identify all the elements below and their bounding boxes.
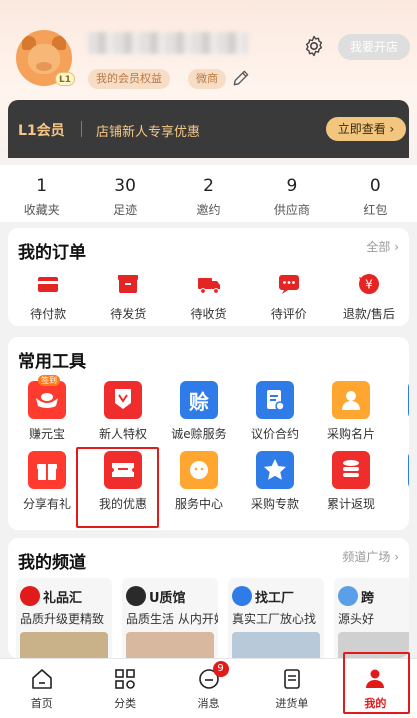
medal-icon xyxy=(104,381,142,419)
cart-list-icon xyxy=(284,669,300,689)
order-pending-payment[interactable]: 待付款 xyxy=(8,271,88,322)
orders-title: 我的订单 xyxy=(18,243,86,263)
orders-all-link[interactable]: 全部 › xyxy=(366,238,399,255)
channel-image xyxy=(20,632,108,658)
coupon-highlight-box xyxy=(76,447,159,528)
member-desc: 店铺新人专享优惠 xyxy=(96,125,201,140)
channel-square-link[interactable]: 频道广场 › xyxy=(342,548,399,565)
tool-treasure[interactable]: 宝藏 xyxy=(389,381,409,442)
channel-gifts[interactable]: 礼品汇 品质升级更精致 xyxy=(16,578,112,658)
refund-icon: ¥ xyxy=(358,274,379,294)
stat-red-packets[interactable]: 0 红包 xyxy=(334,165,417,222)
open-shop-button[interactable]: 我要开店 xyxy=(338,34,410,60)
view-now-button[interactable]: 立即查看 › xyxy=(326,117,406,141)
nav-messages[interactable]: 9 消息 xyxy=(167,659,250,718)
edit-icon[interactable] xyxy=(231,68,251,88)
profile-header: L1 我的会员权益 微商 我要开店 L1会员 店铺新人专享优惠 立即查看 › xyxy=(0,0,417,165)
category-icon xyxy=(115,669,135,689)
message-count-badge: 9 xyxy=(212,661,229,677)
channel-image xyxy=(126,632,214,658)
order-pending-shipment[interactable]: 待发货 xyxy=(88,271,168,322)
channel-cross-border[interactable]: 跨 源头好 xyxy=(334,578,409,658)
service-icon xyxy=(180,451,218,489)
credit-icon: 赊 xyxy=(180,381,218,419)
tool-purchase-fund[interactable]: 采购专款 xyxy=(237,451,313,512)
gear-icon[interactable] xyxy=(302,34,326,58)
ingot-icon: 签到 xyxy=(28,375,66,419)
level-badge: L1 xyxy=(55,72,75,86)
tool-cashback[interactable]: 累计返现 xyxy=(313,451,389,512)
checkin-badge: 签到 xyxy=(38,375,60,386)
order-pending-review[interactable]: 待评价 xyxy=(249,271,329,322)
tool-price-contract[interactable]: 议价合约 xyxy=(237,381,313,442)
wallet-icon xyxy=(38,277,59,292)
factory-logo-icon xyxy=(232,586,252,606)
order-pending-receipt[interactable]: 待收货 xyxy=(168,271,248,322)
tool-receive[interactable]: 收货 xyxy=(389,451,409,512)
nav-purchase-list[interactable]: 进货单 xyxy=(250,659,333,718)
cross-border-logo-icon xyxy=(338,586,358,606)
gift-icon xyxy=(28,451,66,489)
member-level: L1会员 xyxy=(18,123,65,139)
stats-row: 1 收藏夹 30 足迹 2 邀约 9 供应商 0 红包 xyxy=(0,165,417,222)
wechat-business-tag[interactable]: 微商 xyxy=(188,69,226,89)
nav-home[interactable]: 首页 xyxy=(0,659,83,718)
contract-icon xyxy=(256,381,294,419)
stat-invitations[interactable]: 2 邀约 xyxy=(167,165,250,222)
card-icon xyxy=(332,381,370,419)
gift-logo-icon xyxy=(20,586,40,606)
stat-favorites[interactable]: 1 收藏夹 xyxy=(0,165,83,222)
username-blurred xyxy=(88,32,248,54)
coins-icon xyxy=(332,451,370,489)
member-bar[interactable]: L1会员 店铺新人专享优惠 立即查看 › xyxy=(8,100,409,158)
tool-share-gift[interactable]: 分享有礼 xyxy=(9,451,85,512)
tool-earn-ingots[interactable]: 签到 赚元宝 xyxy=(9,375,85,442)
star-icon xyxy=(256,451,294,489)
channels-title: 我的频道 xyxy=(18,553,86,573)
home-icon xyxy=(31,669,52,689)
order-refund-aftersale[interactable]: ¥ 退款/售后 xyxy=(329,271,409,322)
channel-quality[interactable]: U质馆 品质生活 从内开始 xyxy=(122,578,218,658)
tool-newcomer-privileges[interactable]: 新人特权 xyxy=(85,381,161,442)
tools-card: 常用工具 签到 赚元宝 新人特权 赊 诚e赊服务 议价合约 采购名片 分享有礼 … xyxy=(8,337,409,530)
truck-icon xyxy=(197,278,220,294)
channel-image xyxy=(232,632,320,658)
receive-icon xyxy=(408,451,409,489)
divider xyxy=(81,121,82,137)
channel-find-factory[interactable]: 找工厂 真实工厂放心找 xyxy=(228,578,324,658)
tools-title: 常用工具 xyxy=(18,352,86,372)
comment-icon xyxy=(278,275,299,294)
profile-highlight-box xyxy=(343,652,410,714)
svg-text:¥: ¥ xyxy=(365,278,373,292)
stat-footprints[interactable]: 30 足迹 xyxy=(83,165,166,222)
channels-card: 我的频道 频道广场 › 礼品汇 品质升级更精致 U质馆 品质生活 从内开始 找工… xyxy=(8,538,409,658)
tool-credit-service[interactable]: 赊 诚e赊服务 xyxy=(161,381,237,442)
nav-category[interactable]: 分类 xyxy=(83,659,166,718)
box-icon xyxy=(118,275,139,293)
orders-card: 我的订单 全部 › 待付款 待发货 待收货 待评价 ¥ 退款/售后 xyxy=(8,228,409,326)
stat-suppliers[interactable]: 9 供应商 xyxy=(250,165,333,222)
tool-purchase-card[interactable]: 采购名片 xyxy=(313,381,389,442)
quality-logo-icon xyxy=(126,586,146,606)
treasure-icon xyxy=(408,381,409,419)
member-rights-tag[interactable]: 我的会员权益 xyxy=(88,69,170,89)
tool-service-center[interactable]: 服务中心 xyxy=(161,451,237,512)
